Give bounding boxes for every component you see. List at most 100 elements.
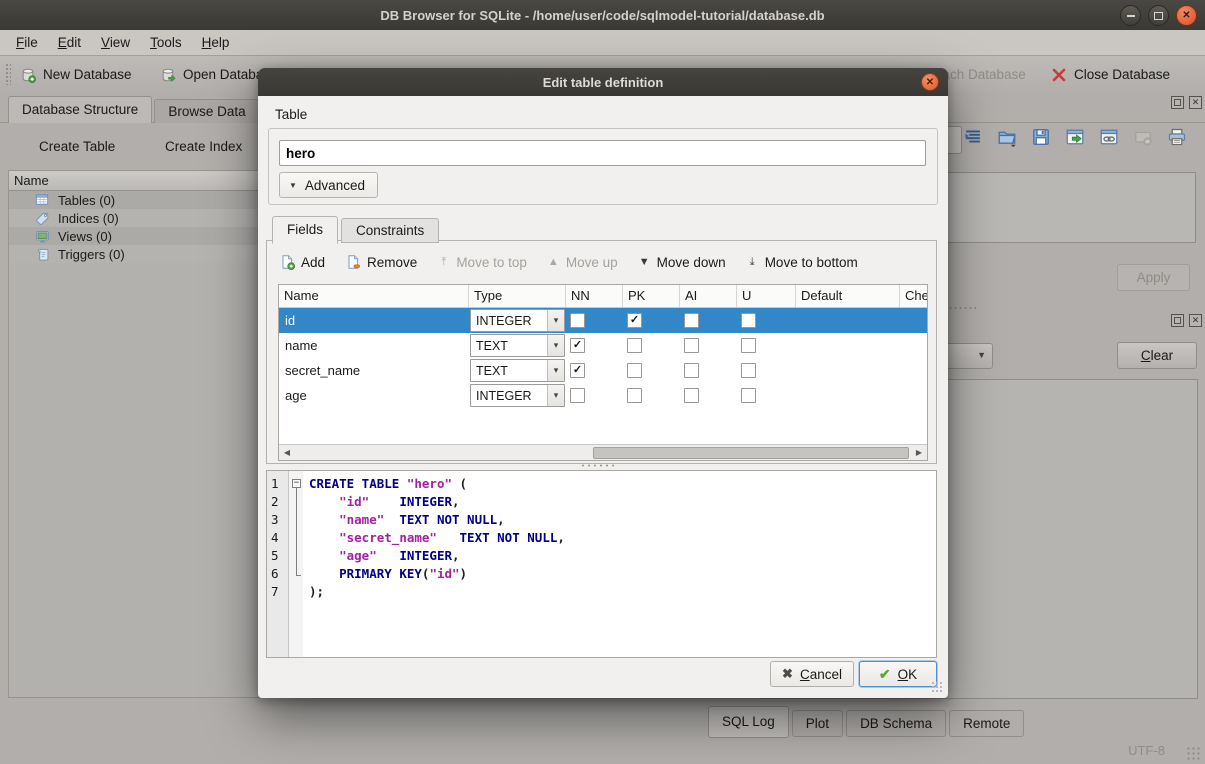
close-button[interactable]: ✕ (1176, 5, 1197, 26)
type-value: TEXT (471, 339, 547, 353)
type-value: INTEGER (471, 314, 547, 328)
tab-remote[interactable]: Remote (949, 710, 1024, 737)
stop-icon[interactable] (1133, 127, 1153, 147)
chevron-down-icon: ▾ (547, 335, 564, 356)
print-icon[interactable] (1167, 127, 1187, 147)
checkbox-u[interactable] (741, 313, 756, 328)
move-to-top-button[interactable]: ⤒Move to top (437, 255, 527, 270)
create-index-button[interactable]: Create Index (142, 133, 242, 159)
checkbox-u[interactable] (741, 388, 756, 403)
column-header-nn[interactable]: NN (566, 285, 623, 307)
fold-marker-icon[interactable]: − (292, 479, 301, 488)
close-icon: ✕ (926, 77, 934, 88)
scroll-right-arrow[interactable]: ▶ (911, 446, 927, 460)
menu-view[interactable]: View (91, 30, 140, 55)
attach-link-icon[interactable] (1099, 127, 1119, 147)
checkbox-ai[interactable] (684, 363, 699, 378)
menu-file[interactable]: File (6, 30, 48, 55)
checkbox-pk[interactable] (627, 388, 642, 403)
column-header-check[interactable]: Check (900, 285, 927, 307)
dock-float-button[interactable] (1171, 314, 1184, 327)
dialog-close-button[interactable]: ✕ (921, 73, 939, 91)
tab-constraints[interactable]: Constraints (341, 218, 439, 243)
checkbox-u[interactable] (741, 363, 756, 378)
column-header-ai[interactable]: AI (680, 285, 737, 307)
field-row-id[interactable]: idINTEGER▾ (279, 308, 927, 333)
execute-sql-icon[interactable] (1065, 127, 1085, 147)
cancel-button[interactable]: ✖ Cancel (770, 661, 854, 687)
checkbox-pk[interactable] (627, 338, 642, 353)
chevron-down-icon: ▼ (977, 350, 986, 360)
dock-close-button[interactable]: ✕ (1189, 96, 1202, 109)
table-icon (35, 193, 50, 208)
tab-db-schema[interactable]: DB Schema (846, 710, 946, 737)
sql-line: 3 "name" TEXT NOT NULL, (267, 512, 936, 530)
tab-database-structure[interactable]: Database Structure (8, 96, 152, 123)
save-sql-file-icon[interactable] (1031, 127, 1051, 147)
add-button[interactable]: Add (279, 254, 325, 270)
new-database-button[interactable]: New Database (20, 61, 132, 88)
scroll-left-arrow[interactable]: ◀ (279, 446, 295, 460)
splitter-handle[interactable] (580, 464, 618, 467)
menu-edit[interactable]: Edit (48, 30, 91, 55)
tab-sql-log[interactable]: SQL Log (708, 706, 789, 738)
column-header-name[interactable]: Name (279, 285, 469, 307)
close-database-button[interactable]: Close Database (1051, 61, 1170, 88)
type-combobox[interactable]: TEXT▾ (470, 334, 565, 357)
format-sql-icon[interactable] (963, 127, 983, 147)
checkbox-ai[interactable] (684, 313, 699, 328)
move-up-button[interactable]: ▲Move up (547, 255, 618, 270)
apply-button[interactable]: Apply (1117, 264, 1190, 291)
column-header-pk[interactable]: PK (623, 285, 680, 307)
field-row-name[interactable]: nameTEXT▾ (279, 333, 927, 358)
dock-controls: ✕ (1171, 314, 1202, 327)
checkbox-ai[interactable] (684, 338, 699, 353)
tab-browse-data[interactable]: Browse Data (154, 99, 259, 123)
checkbox-u[interactable] (741, 338, 756, 353)
type-combobox[interactable]: INTEGER▾ (470, 384, 565, 407)
scrollbar-thumb[interactable] (593, 447, 909, 459)
remove-button[interactable]: Remove (345, 254, 417, 270)
horizontal-scrollbar[interactable]: ◀ ▶ (279, 444, 927, 460)
move-to-bottom-button[interactable]: ⤓Move to bottom (746, 255, 858, 270)
checkbox-ai[interactable] (684, 388, 699, 403)
db-open-icon (160, 67, 176, 83)
column-header-type[interactable]: Type (469, 285, 566, 307)
column-header-default[interactable]: Default (796, 285, 900, 307)
open-sql-file-icon[interactable] (997, 127, 1017, 147)
maximize-button[interactable] (1148, 5, 1169, 26)
float-icon (1174, 317, 1181, 324)
ok-button[interactable]: ✔ OK (859, 661, 937, 687)
advanced-button[interactable]: ▼ Advanced (279, 172, 378, 198)
type-value: INTEGER (471, 389, 547, 403)
clear-button[interactable]: Clear (1117, 342, 1197, 369)
move-down-button[interactable]: ▼Move down (638, 255, 726, 270)
dock-close-button[interactable]: ✕ (1189, 314, 1202, 327)
checkbox-nn[interactable] (570, 388, 585, 403)
table-name-input[interactable] (279, 140, 926, 166)
create-table-button[interactable]: Create Table (16, 133, 115, 159)
menu-help[interactable]: Help (192, 30, 240, 55)
menu-tools[interactable]: Tools (140, 30, 192, 55)
dialog-resize-grip[interactable] (931, 681, 943, 693)
checkbox-nn[interactable] (570, 313, 585, 328)
tab-fields[interactable]: Fields (272, 216, 338, 244)
field-row-secret-name[interactable]: secret_nameTEXT▾ (279, 358, 927, 383)
tab-plot[interactable]: Plot (792, 710, 843, 737)
dock-splitter-handle[interactable] (948, 306, 976, 310)
type-combobox[interactable]: INTEGER▾ (470, 309, 565, 332)
column-header-u[interactable]: U (737, 285, 796, 307)
field-row-age[interactable]: ageINTEGER▾ (279, 383, 927, 408)
checkbox-nn[interactable] (570, 363, 585, 378)
checkbox-pk[interactable] (627, 313, 642, 328)
checkbox-nn[interactable] (570, 338, 585, 353)
dock-float-button[interactable] (1171, 96, 1184, 109)
type-combobox[interactable]: TEXT▾ (470, 359, 565, 382)
toolbar-drag-handle[interactable] (5, 63, 11, 85)
close-icon: ✕ (1192, 97, 1200, 108)
checkbox-pk[interactable] (627, 363, 642, 378)
minimize-button[interactable] (1120, 5, 1141, 26)
move-top-icon: ⤒ (437, 256, 450, 269)
minimize-icon (1127, 15, 1135, 17)
resize-grip[interactable] (1186, 746, 1201, 761)
